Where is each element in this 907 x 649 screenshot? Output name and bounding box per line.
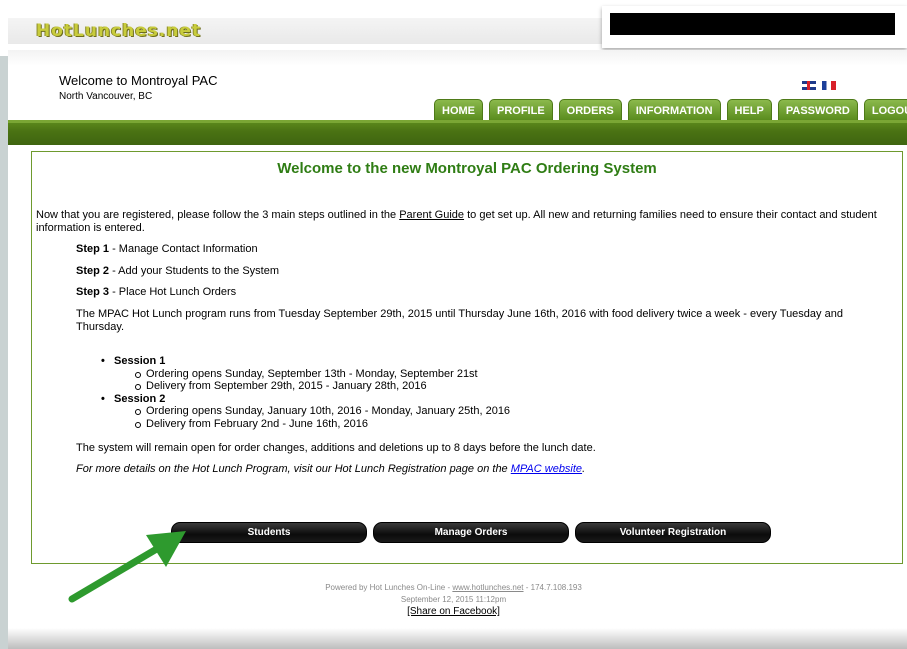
redacted-panel	[602, 6, 907, 48]
language-flags	[802, 81, 836, 90]
session-item: Session 1	[98, 355, 510, 368]
session-list: Session 1 Ordering opens Sunday, Septemb…	[98, 355, 510, 430]
site-logo[interactable]: HotLunches.net	[36, 18, 201, 44]
share-facebook-link[interactable]: [Share on Facebook]	[407, 606, 500, 617]
powered-by-text: Powered by Hot Lunches On-Line -	[325, 583, 453, 592]
session-ordering: Ordering opens Sunday, January 10th, 201…	[98, 405, 510, 418]
content-panel: Welcome to the new Montroyal PAC Orderin…	[31, 151, 903, 564]
session-delivery: Delivery from September 29th, 2015 - Jan…	[98, 380, 510, 393]
tab-profile[interactable]: PROFILE	[489, 99, 553, 120]
details-text: For more details on the Hot Lunch Progra…	[76, 463, 856, 476]
volunteer-registration-button[interactable]: Volunteer Registration	[575, 522, 771, 543]
france-flag-icon[interactable]	[822, 81, 836, 90]
step-label: Step 3	[76, 286, 110, 298]
step-text: - Manage Contact Information	[109, 243, 258, 255]
session-delivery: Delivery from February 2nd - June 16th, …	[98, 418, 510, 431]
session-ordering: Ordering opens Sunday, September 13th - …	[98, 368, 510, 381]
manage-orders-button[interactable]: Manage Orders	[373, 522, 569, 543]
redaction-block	[610, 13, 895, 35]
tab-help[interactable]: HELP	[726, 99, 772, 120]
nav-bar-highlight	[8, 120, 907, 123]
details-text-after: .	[582, 463, 586, 475]
intro-text-before: Now that you are registered, please foll…	[36, 209, 400, 221]
step-label: Step 1	[76, 243, 110, 255]
action-buttons: Students Manage Orders Volunteer Registr…	[171, 522, 771, 543]
mpac-website-link[interactable]: MPAC website	[511, 463, 582, 475]
page-footer: Powered by Hot Lunches On-Line - www.hot…	[0, 582, 907, 618]
tab-orders[interactable]: ORDERS	[558, 99, 622, 120]
step-label: Step 2	[76, 265, 110, 277]
welcome-heading: Welcome to Montroyal PAC	[59, 73, 218, 88]
main-nav: HOME PROFILE ORDERS INFORMATION HELP PAS…	[434, 99, 907, 120]
header-divider	[8, 50, 907, 66]
uk-flag-icon[interactable]	[802, 81, 816, 90]
details-text-before: For more details on the Hot Lunch Progra…	[76, 463, 511, 475]
students-button[interactable]: Students	[171, 522, 367, 543]
order-changes-note: The system will remain open for order ch…	[76, 442, 596, 454]
step-2: Step 2 - Add your Students to the System	[76, 265, 279, 277]
ip-address: - 174.7.108.193	[523, 583, 582, 592]
nav-bar	[8, 120, 907, 145]
tab-password[interactable]: PASSWORD	[777, 99, 858, 120]
powered-by: Powered by Hot Lunches On-Line - www.hot…	[0, 582, 907, 594]
tab-information[interactable]: INFORMATION	[627, 99, 721, 120]
location-label: North Vancouver, BC	[59, 91, 153, 102]
page-title: Welcome to the new Montroyal PAC Orderin…	[277, 160, 657, 177]
top-header: HotLunches.net	[0, 0, 907, 50]
step-1: Step 1 - Manage Contact Information	[76, 243, 258, 255]
step-3: Step 3 - Place Hot Lunch Orders	[76, 286, 236, 298]
step-text: - Place Hot Lunch Orders	[109, 286, 237, 298]
tab-logout[interactable]: LOGOUT	[863, 99, 907, 120]
hotlunches-link[interactable]: www.hotlunches.net	[452, 583, 523, 592]
parent-guide-link[interactable]: Parent Guide	[399, 209, 464, 221]
step-text: - Add your Students to the System	[109, 265, 279, 277]
intro-text: Now that you are registered, please foll…	[36, 209, 898, 235]
left-border	[0, 56, 8, 649]
bottom-shadow	[8, 628, 907, 649]
tab-home[interactable]: HOME	[434, 99, 483, 120]
timestamp: September 12, 2015 11:12pm	[400, 595, 507, 604]
program-description: The MPAC Hot Lunch program runs from Tue…	[76, 308, 843, 333]
session-item: Session 2	[98, 393, 510, 406]
